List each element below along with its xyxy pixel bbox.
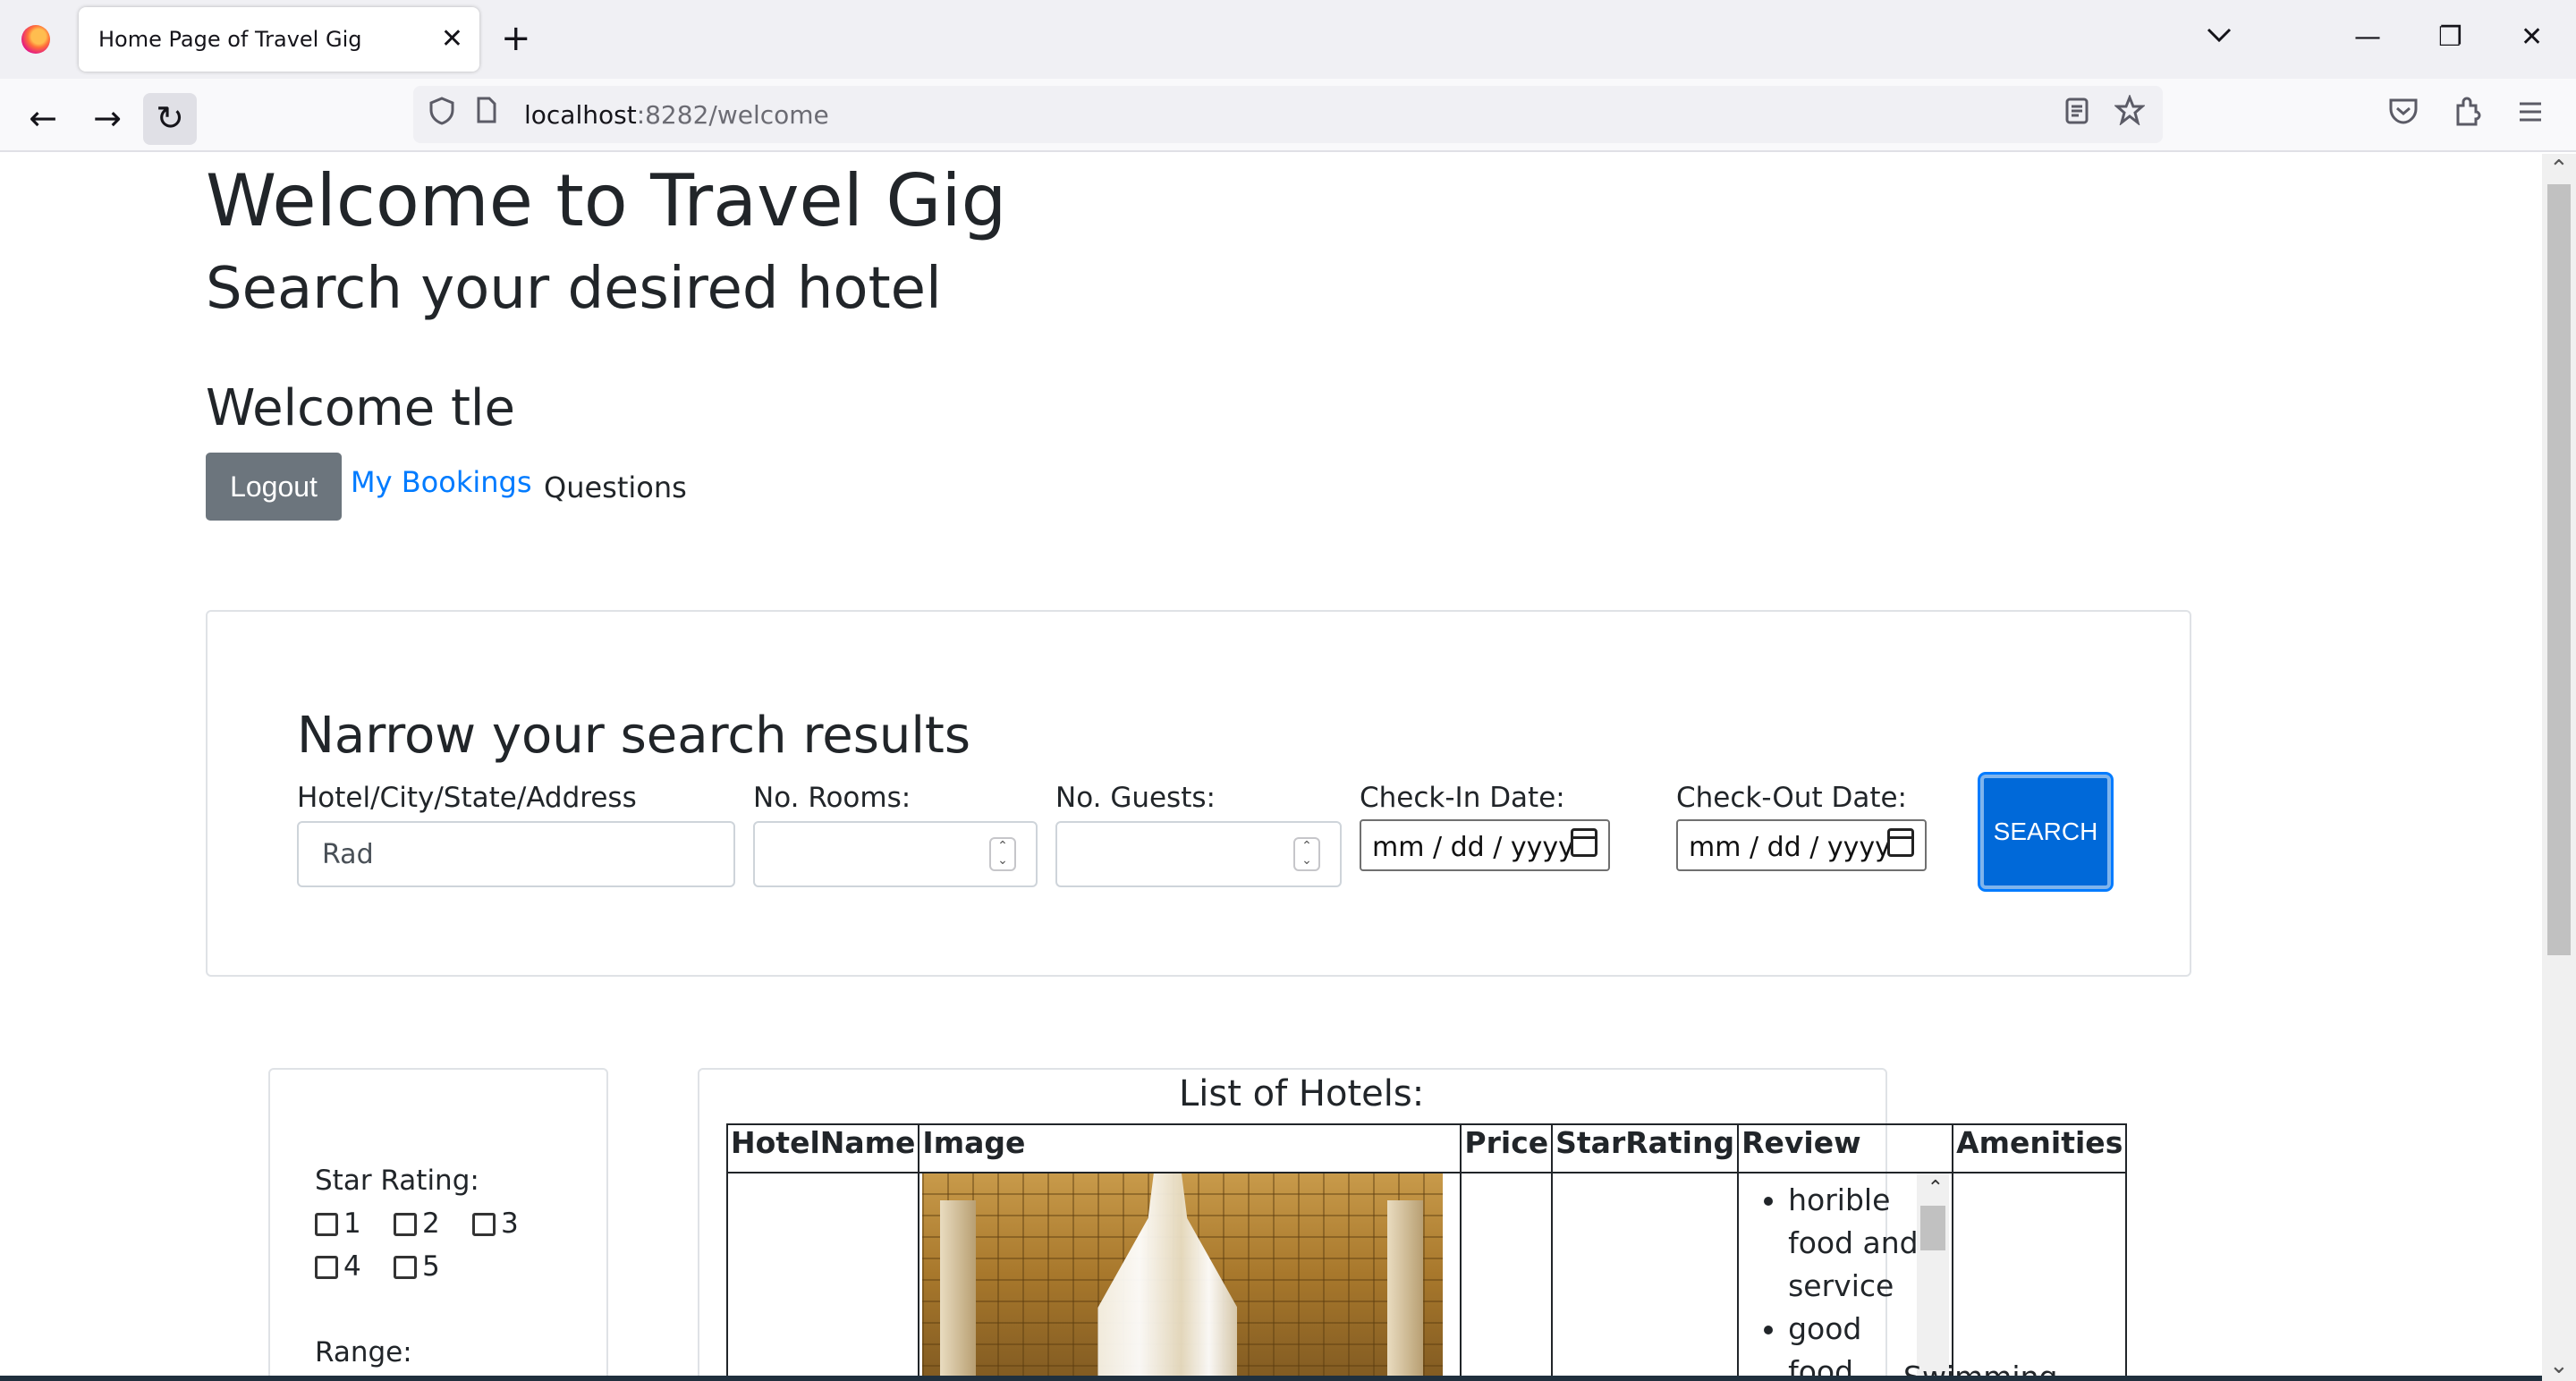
- checkout-date-placeholder: mm / dd / yyyy: [1689, 832, 1891, 863]
- search-heading: Narrow your search results: [297, 707, 971, 765]
- checkbox-icon[interactable]: [315, 1256, 338, 1279]
- checkout-label: Check-Out Date:: [1676, 782, 1908, 814]
- restore-button[interactable]: ❐: [2438, 20, 2462, 55]
- price-cell: [1460, 1172, 1554, 1381]
- table-row: horible food and service good food, nice…: [725, 1172, 2128, 1381]
- tab-title: Home Page of Travel Gig: [98, 27, 362, 52]
- hotel-search-input[interactable]: Rad: [297, 821, 735, 887]
- star-option-label: 4: [343, 1250, 361, 1283]
- checkin-date-input[interactable]: mm / dd / yyyy: [1360, 819, 1610, 871]
- column-header: Amenities: [1952, 1123, 2128, 1173]
- review-item: good food, nice: [1788, 1308, 1922, 1381]
- reload-button[interactable]: ↻: [143, 93, 197, 145]
- back-button[interactable]: ←: [16, 93, 70, 145]
- star-checkbox-5[interactable]: 5: [394, 1250, 440, 1283]
- checkbox-icon[interactable]: [472, 1213, 496, 1236]
- pocket-icon[interactable]: [2388, 97, 2419, 133]
- review-scrollbar[interactable]: ⌃: [1917, 1173, 1950, 1381]
- calendar-icon[interactable]: [1571, 828, 1597, 857]
- page-subtitle: Search your desired hotel: [206, 256, 942, 322]
- page-title: Welcome to Travel Gig: [206, 159, 1007, 242]
- scroll-up-icon[interactable]: ⌃: [1928, 1177, 1944, 1199]
- welcome-user-heading: Welcome tle: [206, 379, 515, 437]
- star-checkbox-1[interactable]: 1: [315, 1207, 361, 1240]
- rooms-label: No. Rooms:: [753, 782, 911, 814]
- review-cell: horible food and service good food, nice…: [1737, 1172, 1954, 1381]
- scroll-up-icon[interactable]: ⌃: [2549, 156, 2569, 182]
- amenities-cell: [1952, 1172, 2128, 1381]
- checkout-date-input[interactable]: mm / dd / yyyy: [1676, 819, 1927, 871]
- taskbar-edge: [0, 1376, 2542, 1381]
- calendar-icon[interactable]: [1887, 828, 1914, 857]
- minimize-button[interactable]: —: [2354, 20, 2381, 55]
- logout-button[interactable]: Logout: [206, 453, 342, 521]
- tab-close-icon[interactable]: ✕: [441, 21, 463, 57]
- hotels-heading: List of Hotels:: [1179, 1073, 1425, 1114]
- reader-view-icon[interactable]: [2064, 97, 2089, 132]
- star-checkbox-2[interactable]: 2: [394, 1207, 440, 1240]
- page-icon: [476, 97, 497, 131]
- firefox-logo-icon: [21, 25, 50, 54]
- forward-button[interactable]: →: [80, 93, 134, 145]
- browser-tab[interactable]: Home Page of Travel Gig ✕: [79, 7, 479, 72]
- guests-number-input[interactable]: ⌃ ⌄: [1055, 821, 1342, 887]
- review-item: horible food and service: [1788, 1179, 1922, 1308]
- hotels-table: HotelName Image Price StarRating Review …: [725, 1123, 2128, 1381]
- hotel-label: Hotel/City/State/Address: [297, 782, 637, 814]
- shield-icon[interactable]: [429, 97, 454, 132]
- column-header: Price: [1460, 1123, 1554, 1173]
- scroll-down-icon[interactable]: ⌄: [2549, 1352, 2569, 1379]
- column-header: StarRating: [1551, 1123, 1740, 1173]
- guests-spinner-icon[interactable]: ⌃ ⌄: [1293, 837, 1320, 871]
- hotel-image: [922, 1173, 1444, 1381]
- star-checkbox-4[interactable]: 4: [315, 1250, 361, 1283]
- checkbox-icon[interactable]: [394, 1256, 417, 1279]
- checkbox-icon[interactable]: [315, 1213, 338, 1236]
- hotel-search-value: Rad: [322, 839, 374, 870]
- menu-icon[interactable]: [2517, 97, 2544, 132]
- column-header: Image: [918, 1123, 1462, 1173]
- star-option-label: 3: [501, 1207, 519, 1240]
- browser-navigation-bar: ← → ↻ localhost:8282/welcome: [0, 79, 2576, 152]
- url-host: localhost: [524, 100, 637, 130]
- star-rating-label: Star Rating:: [315, 1165, 479, 1197]
- scrollbar-thumb[interactable]: [2547, 184, 2571, 955]
- address-bar[interactable]: localhost:8282/welcome: [413, 86, 2163, 143]
- checkin-label: Check-In Date:: [1360, 782, 1565, 814]
- guests-label: No. Guests:: [1055, 782, 1216, 814]
- browser-tab-bar: Home Page of Travel Gig ✕ + — ❐ ✕: [0, 0, 2576, 79]
- range-label: Range:: [315, 1336, 412, 1368]
- rooms-number-input[interactable]: ⌃ ⌄: [753, 821, 1038, 887]
- checkin-date-placeholder: mm / dd / yyyy: [1372, 832, 1574, 863]
- rooms-spinner-icon[interactable]: ⌃ ⌄: [989, 837, 1016, 871]
- page-scrollbar[interactable]: ⌃ ⌄: [2542, 154, 2576, 1381]
- scrollbar-thumb[interactable]: [1920, 1206, 1946, 1250]
- search-button[interactable]: SEARCH: [1980, 775, 2111, 889]
- star-checkbox-3[interactable]: 3: [472, 1207, 519, 1240]
- extensions-icon[interactable]: [2453, 97, 2481, 135]
- questions-link[interactable]: Questions: [544, 470, 687, 504]
- star-option-label: 5: [422, 1250, 440, 1283]
- hotel-image-cell: [918, 1172, 1462, 1381]
- close-window-button[interactable]: ✕: [2521, 20, 2543, 55]
- star-option-label: 1: [343, 1207, 361, 1240]
- tab-list-chevron-icon[interactable]: [2206, 20, 2233, 51]
- review-scroll-box[interactable]: horible food and service good food, nice…: [1741, 1173, 1950, 1381]
- new-tab-button[interactable]: +: [501, 16, 531, 61]
- star-option-label: 2: [422, 1207, 440, 1240]
- column-header: HotelName: [725, 1123, 920, 1173]
- column-header: Review: [1737, 1123, 1953, 1173]
- my-bookings-link[interactable]: My Bookings: [351, 465, 532, 499]
- url-text[interactable]: localhost:8282/welcome: [524, 100, 829, 130]
- star-rating-cell: [1551, 1172, 1740, 1381]
- bookmark-star-icon[interactable]: [2114, 93, 2146, 133]
- url-path: :8282/welcome: [636, 100, 829, 130]
- checkbox-icon[interactable]: [394, 1213, 417, 1236]
- hotel-name-cell: [725, 1172, 920, 1381]
